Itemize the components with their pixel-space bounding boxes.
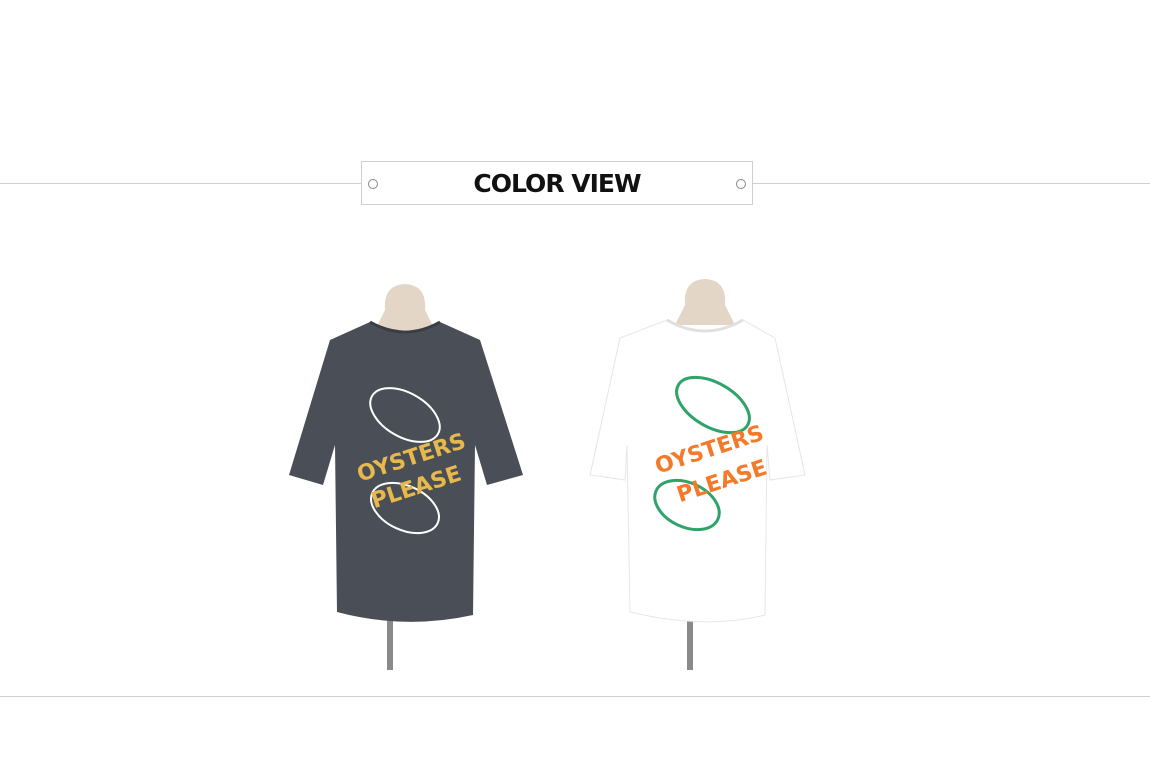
circle-icon	[368, 179, 378, 189]
stand-pole	[687, 615, 693, 670]
divider-bottom	[0, 696, 1150, 697]
section-title: COLOR VIEW	[473, 168, 641, 198]
stand-pole	[387, 615, 393, 670]
tshirt-charcoal-illustration: OYSTERS PLEASE	[289, 284, 523, 670]
section-title-box: COLOR VIEW	[361, 161, 753, 205]
product-image-white[interactable]: OYSTERS PLEASE	[575, 270, 835, 670]
tshirt-body	[589, 319, 806, 623]
product-image-charcoal[interactable]: OYSTERS PLEASE	[275, 270, 535, 670]
tshirt-white-illustration: OYSTERS PLEASE	[589, 279, 806, 670]
mannequin-neck	[675, 279, 735, 325]
mannequin-neck	[375, 284, 435, 330]
circle-icon	[736, 179, 746, 189]
